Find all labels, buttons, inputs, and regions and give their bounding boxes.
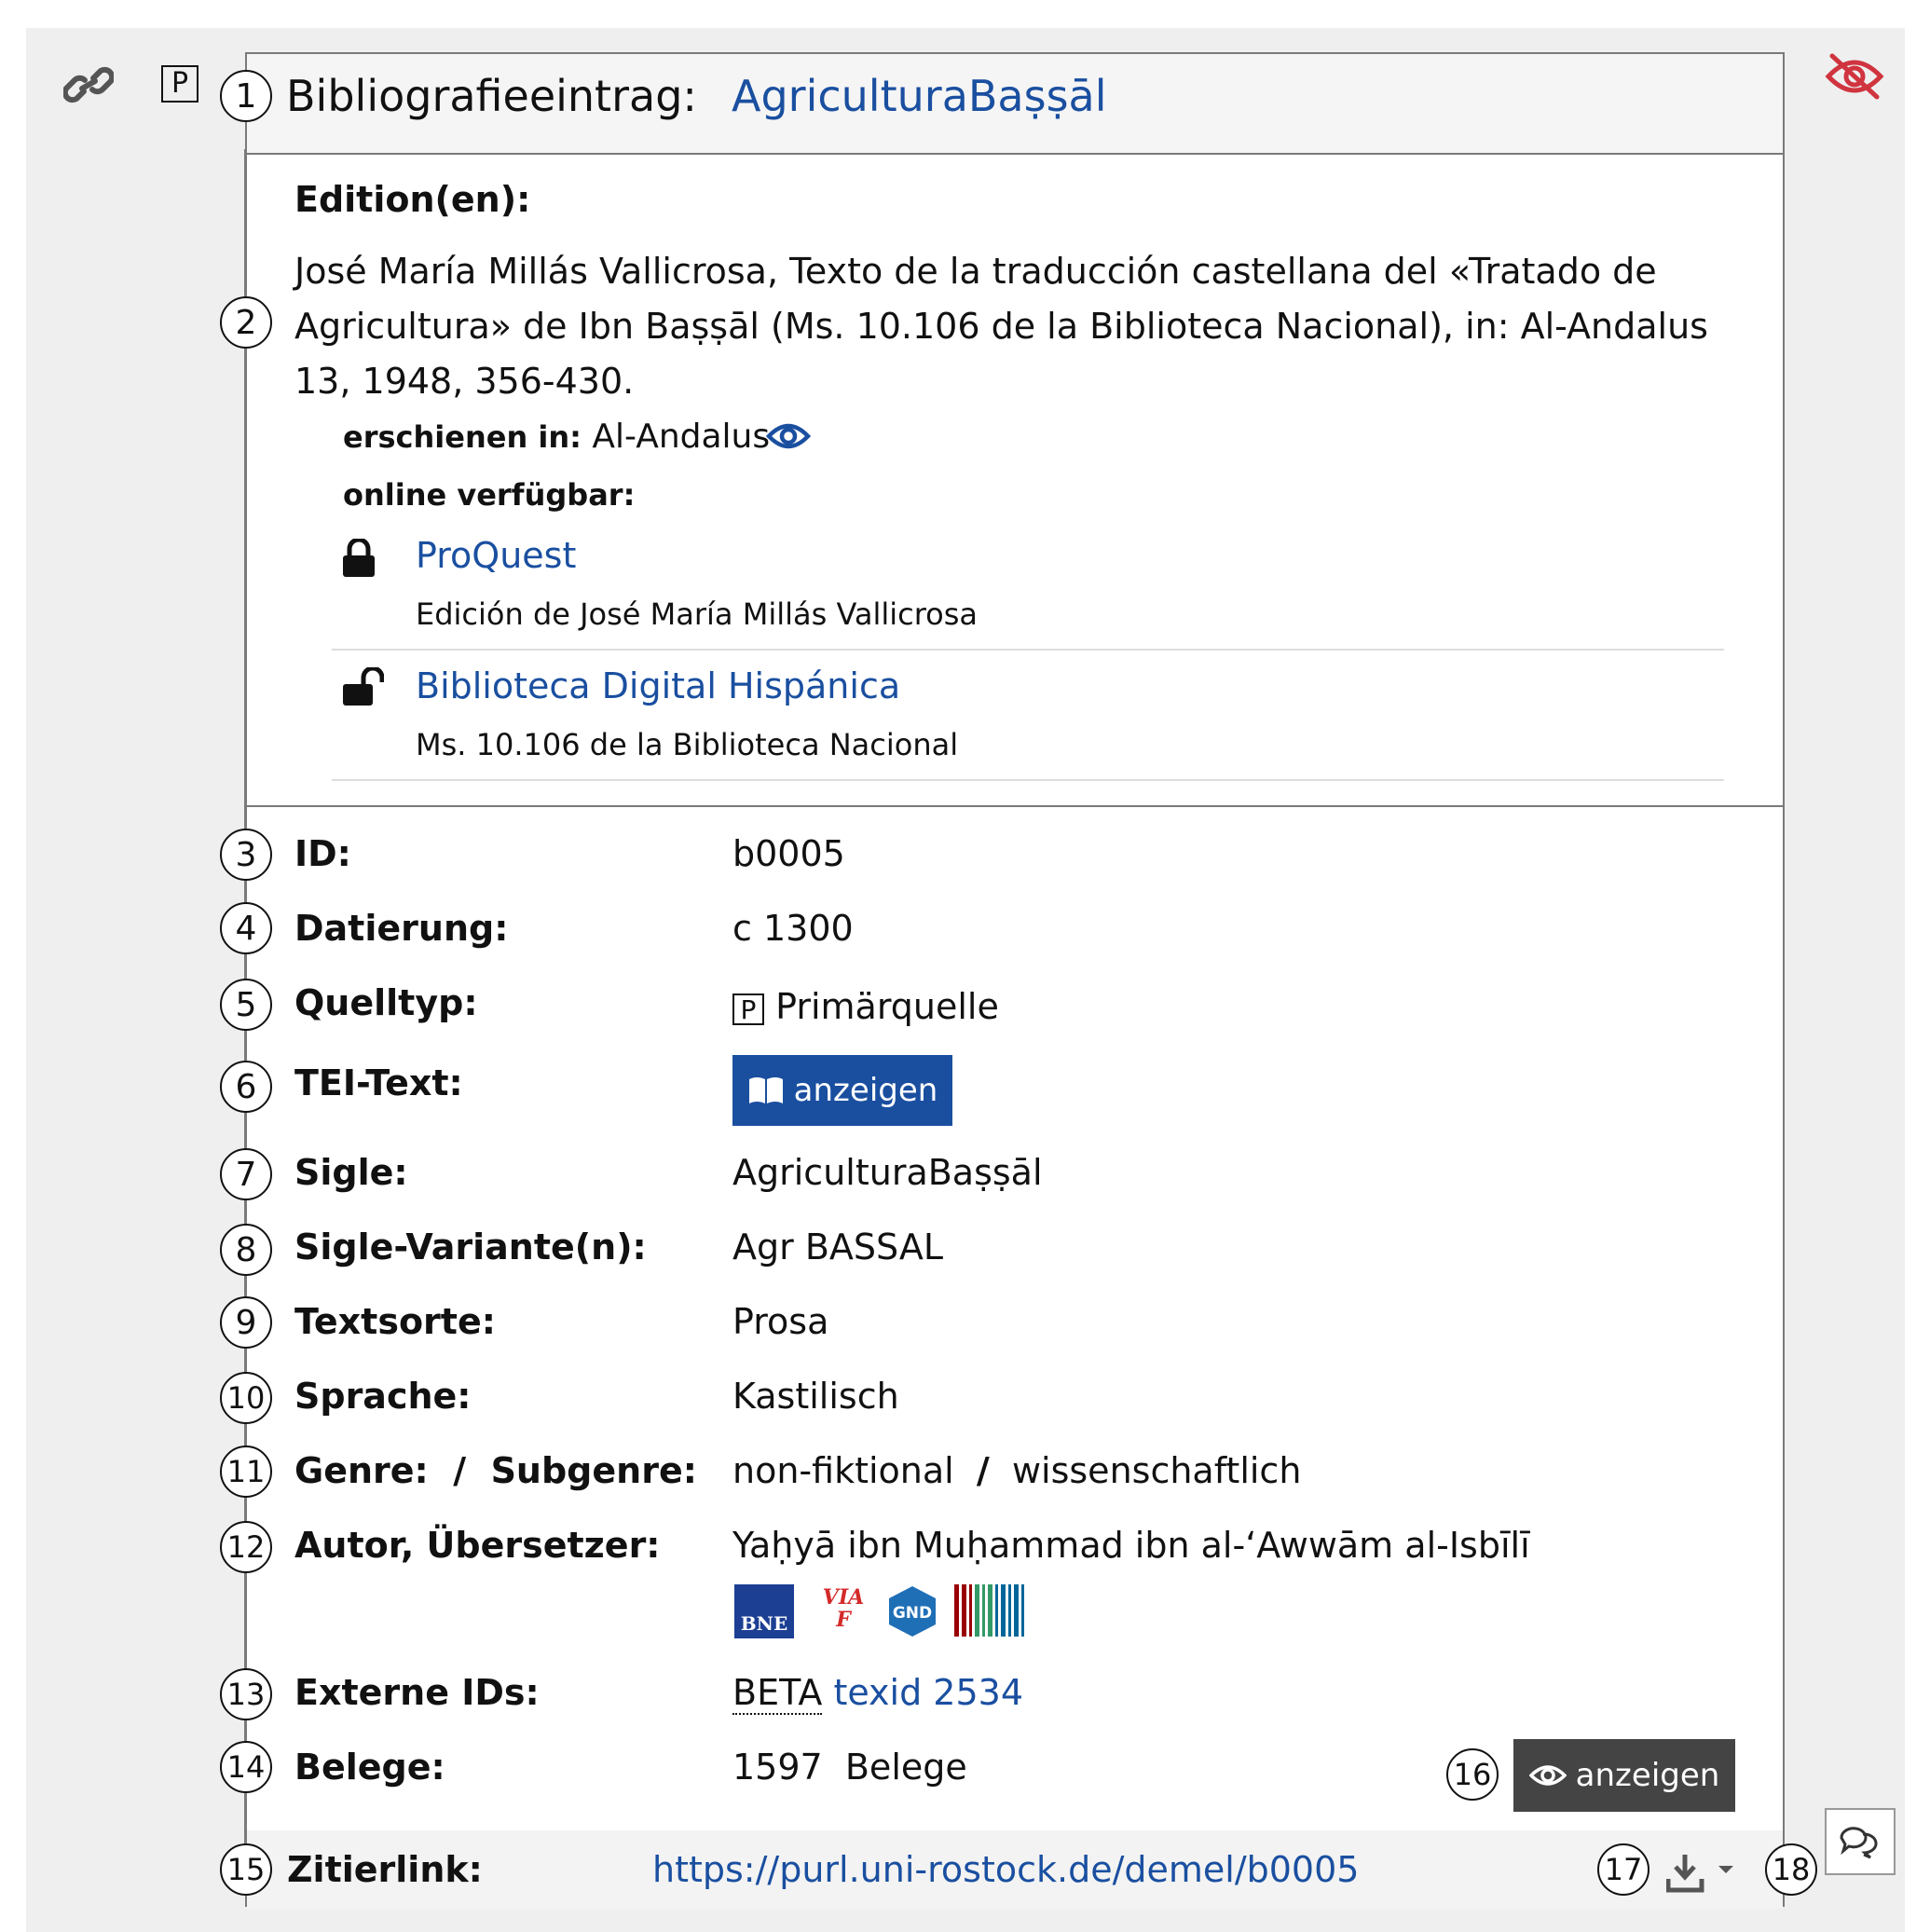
marker-17: 17 [1597,1843,1649,1896]
comments-icon [1840,1827,1878,1859]
viaf-logo[interactable]: VIAF [820,1586,867,1637]
header-label: Bibliografieeintrag: [286,71,697,121]
link-icon[interactable] [63,63,114,106]
marker-3: 3 [220,829,272,881]
gnd-logo[interactable]: GND [885,1584,939,1638]
header-title-link[interactable]: AgriculturaBaṣṣāl [732,71,1107,121]
marker-14: 14 [220,1741,272,1793]
marker-4: 4 [220,902,272,954]
cite-label: Zitierlink: [287,1849,483,1890]
sprache-value: Kastilisch [732,1376,899,1417]
marker-12: 12 [220,1521,272,1573]
extern-prefix: BETA [732,1672,823,1715]
marker-9: 9 [220,1296,272,1349]
genre-label-text: Genre: [294,1450,429,1491]
edition-text: José María Millás Vallicrosa, Texto de l… [294,251,1708,402]
marker-18: 18 [1765,1843,1817,1896]
published-in: erschienen in: Al-Andalus [343,418,770,456]
genre-label: Genre: / Subgenre: [294,1450,697,1491]
svg-text:GND: GND [893,1604,932,1623]
eye-slash-icon[interactable] [1825,52,1884,101]
online-item-title[interactable]: Biblioteca Digital Hispánica [416,665,900,706]
marker-1: 1 [220,70,272,122]
tei-show-button[interactable]: anzeigen [732,1055,952,1126]
date-value: c 1300 [732,908,854,949]
sprache-label: Sprache: [294,1376,472,1417]
source-type-badge: P [161,65,198,103]
online-item-subtitle: Ms. 10.106 de la Biblioteca Nacional [416,727,959,762]
textsorte-label: Textsorte: [294,1301,496,1342]
belege-button-label: anzeigen [1575,1757,1720,1794]
published-in-label: erschienen in: [343,419,582,455]
marker-11: 11 [220,1446,272,1498]
variant-value: Agr BASSAL [732,1226,943,1267]
tei-label: TEI-Text: [294,1062,463,1103]
lock-icon [343,539,375,577]
online-item-divider [332,649,1724,651]
belege-label: Belege: [294,1747,445,1788]
section-divider [247,805,1783,807]
belege-value: 1597 Belege [732,1747,967,1788]
subgenre-label-text: Subgenre: [490,1450,697,1491]
variant-label: Sigle-Variante(n): [294,1226,647,1267]
subgenre-value-text: wissenschaftlich [1011,1450,1302,1491]
marker-8: 8 [220,1224,272,1276]
marker-10: 10 [220,1372,272,1424]
genre-value: non-fiktional / wissenschaftlich [732,1450,1301,1491]
extern-id-link[interactable]: texid 2534 [833,1672,1023,1713]
author-value: Yaḥyā ibn Muḥammad ibn al-‘Awwām al-Isbī… [732,1525,1530,1566]
type-value: P Primärquelle [732,986,999,1027]
textsorte-value: Prosa [732,1301,829,1342]
marker-16: 16 [1446,1748,1499,1801]
extern-label: Externe IDs: [294,1672,540,1713]
eye-icon [1528,1765,1567,1786]
author-label: Autor, Übersetzer: [294,1525,661,1566]
cite-url-link[interactable]: https://purl.uni-rostock.de/demel/b0005 [652,1849,1359,1890]
genre-slash: / [453,1450,467,1491]
comment-button[interactable] [1825,1808,1896,1875]
bne-logo[interactable]: BNE [734,1584,794,1638]
edition-heading: Edition(en): [294,179,531,220]
sigle-label: Sigle: [294,1152,408,1193]
date-label: Datierung: [294,908,509,949]
marker-6: 6 [220,1061,272,1113]
download-icon[interactable] [1666,1853,1741,1894]
published-in-value: Al-Andalus [592,418,771,456]
genre-value-slash: / [976,1450,990,1491]
marker-7: 7 [220,1148,272,1200]
extern-value: BETA texid 2534 [732,1672,1023,1715]
tei-button-label: anzeigen [793,1072,938,1109]
online-item-subtitle: Edición de José María Millás Vallicrosa [416,596,979,632]
marker-13: 13 [220,1668,272,1720]
eye-icon[interactable] [766,418,811,455]
id-value: b0005 [732,833,845,874]
marker-5: 5 [220,979,272,1031]
marker-2: 2 [220,296,272,349]
marker-15: 15 [220,1843,272,1896]
primary-source-badge: P [732,993,764,1025]
sigle-value: AgriculturaBaṣṣāl [732,1152,1043,1193]
online-item-title[interactable]: ProQuest [416,535,576,576]
belege-show-button[interactable]: anzeigen [1513,1739,1735,1812]
book-open-icon [748,1077,783,1103]
wikidata-logo[interactable] [954,1584,1031,1637]
type-value-text: Primärquelle [775,986,999,1027]
unlock-icon [343,667,384,706]
online-label: online verfügbar: [343,477,636,513]
type-label: Quelltyp: [294,982,478,1023]
online-item-divider [332,779,1724,781]
genre-value-text: non-fiktional [732,1450,954,1491]
id-label: ID: [294,833,351,874]
card-header: Bibliografieeintrag: AgriculturaBaṣṣāl [247,54,1783,155]
